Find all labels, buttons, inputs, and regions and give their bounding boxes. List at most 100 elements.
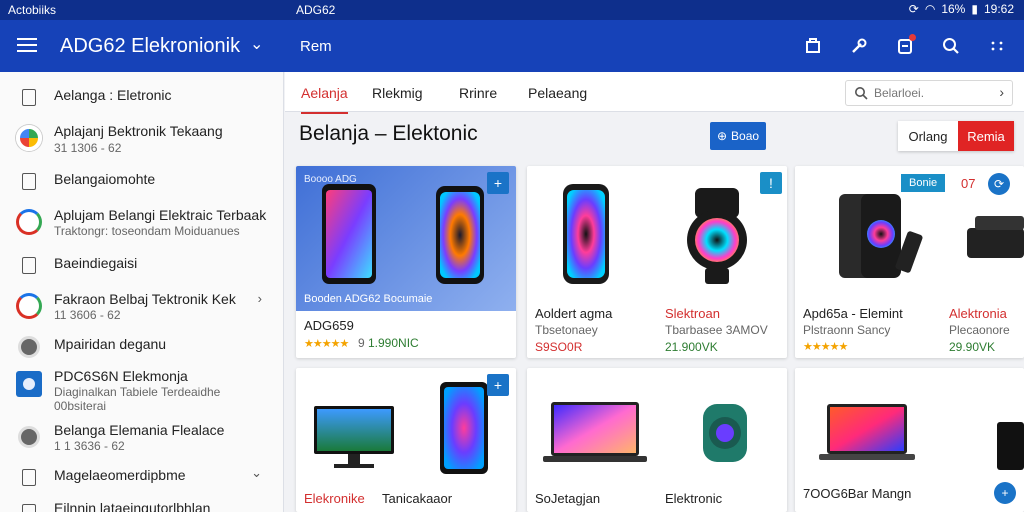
chevron-right-icon[interactable]: › [258, 291, 262, 306]
product-card[interactable]: SoJetagjan Elektronic [527, 368, 787, 512]
document-icon [15, 83, 43, 111]
product-sub: Tbsetonaey [535, 323, 598, 337]
sidebar-item-3[interactable]: Aplujam Belangi Elektraic Terbaak Trakto… [0, 204, 284, 244]
appbar-tab[interactable]: Rem [300, 38, 332, 55]
status-bar: Actobiiks ADG62 ⟳ ◠ 16% ▮ 19:62 [0, 0, 1024, 20]
appbar-actions [800, 32, 1010, 60]
add-button[interactable]: + [487, 172, 509, 194]
product-sub: Plecaonore [949, 323, 1010, 337]
product-card[interactable]: Bonie 07 ⟳ Apd65a - Elemint Plstraonn Sa… [795, 166, 1024, 358]
sidebar-item-0[interactable]: Aelanga : Eletronic [0, 82, 284, 112]
page-title: Belanja – Elektonic [299, 122, 478, 145]
cart-icon[interactable] [800, 32, 826, 60]
sidebar-item-5[interactable]: Fakraon Belbaj Tektronik Kek 11 3606 - 6… [0, 288, 284, 328]
blue-square-icon [15, 370, 43, 398]
sidebar: Aelanga : Eletronic Aplajanj Bektronik T… [0, 72, 284, 512]
hamburger-menu-icon[interactable] [14, 34, 40, 58]
product-badge: Bonie [901, 174, 946, 192]
sidebar-item-label: Magelaeomerdipbme [54, 467, 186, 483]
product-name: 7OOG6Bar Mangn [803, 486, 912, 501]
tab-0[interactable]: Aelanja [301, 85, 348, 114]
document-icon [15, 251, 43, 279]
sidebar-item-sub2: 00bsiterai [54, 399, 107, 413]
product-price: 21.900VK [665, 340, 718, 354]
sidebar-item-4[interactable]: Baeindiegaisi [0, 250, 284, 280]
search-icon[interactable] [938, 32, 964, 60]
sidebar-item-6[interactable]: Mpairidan deganu [0, 332, 284, 362]
product-card-hero[interactable]: Boooo ADG Booden ADG62 Bocumaie + ADG659… [296, 166, 516, 358]
chevron-down-icon[interactable]: ⌄ [251, 465, 262, 481]
sidebar-item-7[interactable]: PDC6S6N Elekmonja Diaginalkan Tabiele Te… [0, 365, 284, 413]
status-center-text: ADG62 [296, 3, 336, 17]
phone-image [322, 184, 484, 284]
rating-stars: ★★★★★ [803, 341, 848, 353]
tab-1[interactable]: Rlekmig [372, 85, 423, 101]
sidebar-item-label: Fakraon Belbaj Tektronik Kek [54, 291, 236, 307]
product-card[interactable]: 7OOG6Bar Mangn + [795, 368, 1024, 512]
product-name: Alektronia [949, 306, 1007, 321]
ring-icon [15, 292, 43, 320]
product-name: ADG659 [304, 318, 354, 333]
sidebar-item-8[interactable]: Belanga Elemania Flealace 1 1 3636 - 62 [0, 420, 284, 460]
search-input[interactable] [874, 84, 986, 102]
sidebar-item-label: Mpairidan deganu [54, 336, 167, 352]
add-button[interactable]: + [994, 482, 1016, 504]
chevron-right-icon[interactable]: › [999, 84, 1004, 100]
tab-bar: Aelanja Rlekmig Rrinre Pelaeang › [285, 72, 1024, 114]
battery-icon: ▮ [971, 2, 978, 16]
hero-tag: Boooo ADG [304, 174, 357, 185]
sidebar-item-sub: Traktongr: toseondam Moiduanues [54, 224, 240, 238]
product-price: S9SO0R [535, 340, 583, 354]
sidebar-item-2[interactable]: Belangaiomohte [0, 166, 284, 196]
dot-icon [15, 333, 43, 361]
search-box: › [845, 80, 1013, 106]
segment-option-b[interactable]: Remia [958, 121, 1014, 151]
more-icon[interactable] [984, 32, 1010, 60]
sidebar-item-9[interactable]: Magelaeomerdipbme ⌄ [0, 462, 284, 492]
product-name: Aoldert agma [535, 306, 613, 321]
wifi-icon: ◠ [924, 2, 936, 16]
product-sub: Tbarbasee 3AMOV [665, 323, 768, 337]
sidebar-item-label: Aelanga : Eletronic [54, 87, 172, 103]
app-bar: ADG62 Elekronionik ⌄ Rem [0, 20, 1024, 72]
product-card[interactable]: ! Aoldert agma Tbsetonaey S9SO0R Slektro… [527, 166, 787, 358]
primary-button[interactable]: ⊕ Boao [710, 122, 766, 150]
sidebar-item-label: PDC6S6N Elekmonja [54, 368, 188, 384]
hero-image: Boooo ADG Booden ADG62 Bocumaie [296, 166, 516, 311]
chevron-down-icon[interactable]: ⌄ [250, 34, 263, 54]
status-right: ⟳ ◠ 16% ▮ 19:62 [909, 2, 1014, 16]
product-image [543, 402, 747, 462]
sidebar-item-label: Aplajanj Bektronik Tekaang [54, 123, 223, 139]
search-icon [855, 87, 868, 100]
sidebar-item-1[interactable]: Aplajanj Bektronik Tekaang 31 1306 - 62 [0, 120, 284, 160]
info-button[interactable]: ! [760, 172, 782, 194]
tab-3[interactable]: Pelaeang [528, 85, 587, 101]
plus-icon: ⊕ [716, 129, 728, 143]
product-tag: 07 [961, 176, 976, 191]
tab-2[interactable]: Rrinre [459, 85, 497, 101]
product-image [314, 382, 488, 474]
hero-caption: Booden ADG62 Bocumaie [304, 293, 433, 305]
app-icon [15, 124, 43, 152]
product-card[interactable]: + Elekronike Tanicakaaor [296, 368, 516, 512]
add-button[interactable]: + [487, 374, 509, 396]
product-name: Slektroan [665, 306, 720, 321]
refresh-icon[interactable]: ⟳ [988, 173, 1010, 195]
notification-icon[interactable] [892, 32, 918, 60]
sidebar-item-sub: 1 1 3636 - 62 [54, 439, 125, 453]
sidebar-item-10[interactable]: Eilnnin lataeingutorlbhlan [0, 494, 284, 512]
sync-icon: ⟳ [908, 2, 919, 16]
tools-icon[interactable] [846, 32, 872, 60]
product-image [563, 184, 747, 284]
product-sub: Tanicakaaor [382, 491, 453, 506]
product-name: Elekronike [304, 491, 365, 506]
product-sub: Plstraonn Sancy [803, 323, 891, 337]
rating-count: 9 [358, 336, 365, 350]
battery-text: 16% [941, 2, 966, 16]
main-content: Aelanja Rlekmig Rrinre Pelaeang › Belanj… [285, 72, 1024, 512]
product-price: 29.90VK [949, 340, 996, 354]
product-name: Elektronic [665, 491, 723, 506]
segment-option-a[interactable]: Orlang [898, 121, 958, 151]
ring-icon [15, 208, 43, 236]
product-image [819, 404, 1024, 470]
